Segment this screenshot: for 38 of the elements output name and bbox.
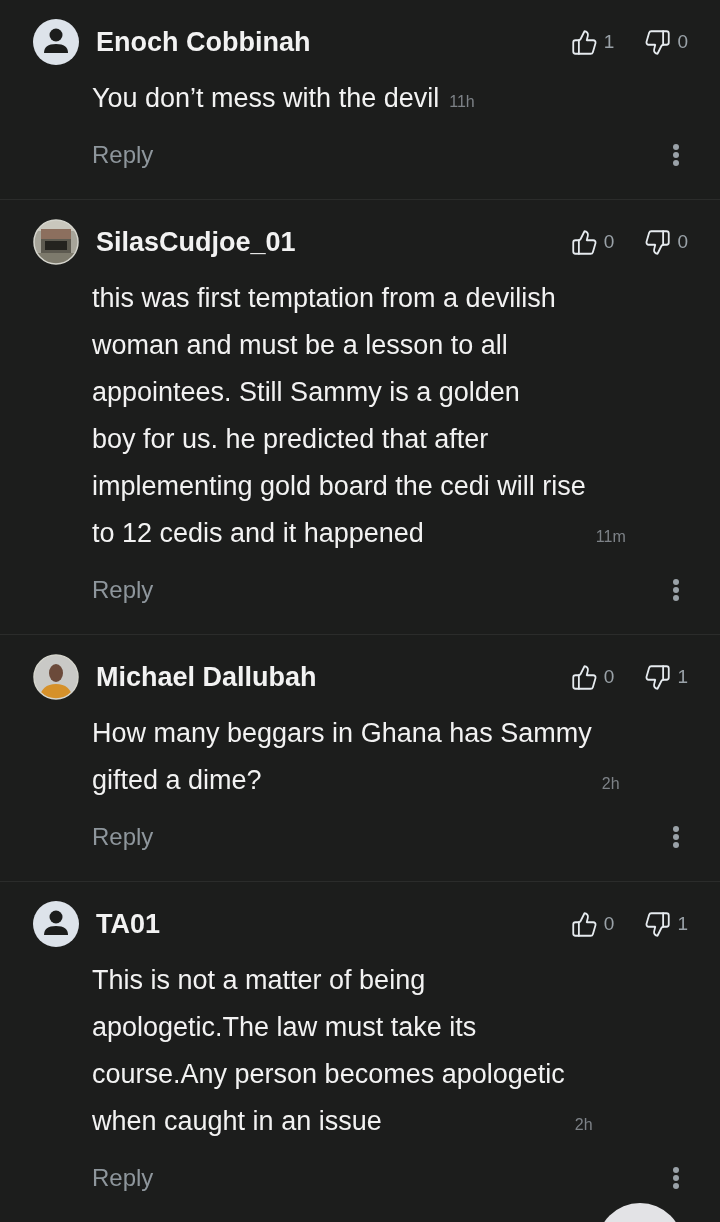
comment-text: This is not a matter of being apologetic.The law must take its course.Any person becomes apologetic when caught in an issue xyxy=(92,964,565,1138)
thumbs-down-icon xyxy=(644,28,672,56)
thumbs-up-icon xyxy=(570,28,598,56)
author-name: Enoch Cobbinah xyxy=(96,25,311,59)
like-button[interactable]: 0 xyxy=(570,227,615,257)
timestamp: 2h xyxy=(601,775,620,792)
thumbs-down-icon xyxy=(644,663,672,691)
more-options-icon[interactable] xyxy=(672,578,680,602)
more-options-icon[interactable] xyxy=(672,1166,680,1190)
timestamp: 11h xyxy=(449,93,475,110)
dislike-button[interactable]: 0 xyxy=(644,27,688,57)
dislike-button[interactable]: 1 xyxy=(644,909,688,939)
thumbs-down-icon xyxy=(644,910,672,938)
comment-text: this was first temptation from a devilish woman and must be a lesson to all appointees. Still Sammy is a golden boy for us. he predicted that after implementing gold board the cedi will rise to 12 cedis and it happened xyxy=(92,282,586,550)
reply-button[interactable]: Reply xyxy=(92,137,154,173)
avatar-icon xyxy=(33,901,79,947)
author-name: TA01 xyxy=(96,907,161,941)
author-name: Michael Dallubah xyxy=(96,660,317,694)
timestamp: 2h xyxy=(574,1116,593,1133)
thumbs-up-icon xyxy=(570,663,598,691)
thumbs-up-icon xyxy=(570,228,598,256)
comment-text: How many beggars in Ghana has Sammy gifted a dime? xyxy=(92,717,592,797)
like-button[interactable]: 0 xyxy=(570,909,615,939)
more-options-icon[interactable] xyxy=(672,825,680,849)
like-button[interactable]: 0 xyxy=(570,662,615,692)
thumbs-up-icon xyxy=(570,910,598,938)
reply-button[interactable]: Reply xyxy=(92,572,154,608)
dislike-button[interactable]: 1 xyxy=(644,662,688,692)
like-button[interactable]: 1 xyxy=(570,27,615,57)
author-name: SilasCudjoe_01 xyxy=(96,225,296,259)
more-options-icon[interactable] xyxy=(672,143,680,167)
timestamp: 11m xyxy=(595,528,626,545)
dislike-button[interactable]: 0 xyxy=(644,227,688,257)
reply-button[interactable]: Reply xyxy=(92,1160,154,1196)
thumbs-down-icon xyxy=(644,228,672,256)
avatar-icon xyxy=(33,19,79,65)
reply-button[interactable]: Reply xyxy=(92,819,154,855)
comment-text: You don’t mess with the devil xyxy=(92,82,440,115)
